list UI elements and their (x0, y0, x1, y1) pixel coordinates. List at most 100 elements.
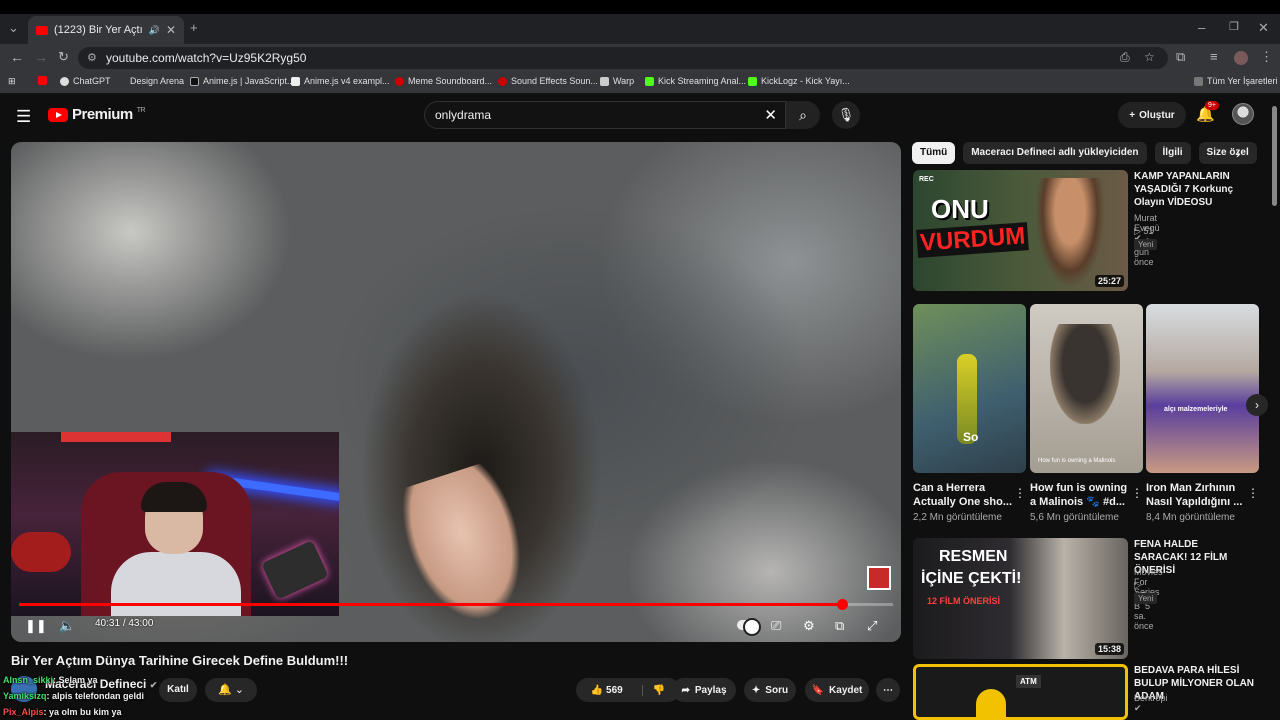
short-item[interactable]: How fun is owning a Malinois How fun is … (1030, 304, 1143, 523)
all-bookmarks[interactable]: Tüm Yer İşaretleri (1194, 76, 1278, 86)
profile-avatar[interactable] (1234, 51, 1248, 65)
fullscreen-icon[interactable]: ⤢ (867, 618, 877, 634)
bookmark-item[interactable]: Meme Soundboard... (395, 76, 492, 86)
chip-related[interactable]: İlgili (1154, 142, 1191, 164)
short-thumbnail[interactable]: alçı malzemeleriyle (1146, 304, 1259, 473)
short-item[interactable]: alçı malzemeleriyle Iron Man Zırhının Na… (1146, 304, 1259, 523)
more-actions-icon[interactable]: ⋯ (876, 678, 900, 702)
short-menu-icon[interactable]: ⋮ (1131, 486, 1143, 500)
apps-icon[interactable]: ⊞ (8, 76, 16, 87)
search-button[interactable]: ⌕ (786, 101, 820, 129)
share-icon: ➦ (681, 684, 690, 696)
forward-icon[interactable]: → (34, 49, 48, 65)
clear-search-icon[interactable]: ✕ (764, 106, 777, 124)
browser-tab[interactable]: (1223) Bir Yer Açtım Dünya 🔊 ✕ (28, 16, 184, 44)
bookmarks-bar: ⊞ ChatGPT Design Arena Anime.js | JavaSc… (0, 72, 1280, 94)
like-button[interactable]: 👍 569 (591, 685, 623, 696)
restore-icon[interactable]: ❐ (1229, 20, 1239, 33)
omnibox[interactable]: ⚙ youtube.com/watch?v=Uz95K2Ryg50 ⎙ ☆ (78, 47, 1168, 69)
bookmark-item[interactable]: Warp (600, 76, 634, 86)
tab-close-icon[interactable]: ✕ (166, 23, 176, 37)
chips-next-icon[interactable]: › (1236, 145, 1241, 161)
duration-badge: 15:38 (1094, 643, 1124, 655)
audio-icon[interactable]: 🔊 (149, 25, 160, 36)
video-title: Bir Yer Açtım Dünya Tarihine Girecek Def… (11, 653, 349, 668)
new-badge: Yeni (1134, 593, 1158, 604)
menu-icon[interactable]: ⋮ (1260, 49, 1273, 65)
bookmark-item[interactable]: Design Arena (130, 76, 184, 86)
dislike-icon[interactable]: 👎 (641, 684, 665, 696)
site-info-icon[interactable]: ⚙ (87, 51, 97, 64)
subscription-bell-button[interactable]: 🔔 ⌄ (205, 678, 257, 702)
account-avatar[interactable] (1232, 103, 1254, 125)
subtitles-icon[interactable]: ⎚ (771, 618, 781, 634)
short-thumbnail[interactable]: How fun is owning a Malinois (1030, 304, 1143, 473)
notification-badge: 9+ (1205, 101, 1219, 110)
media-icon[interactable]: ≡ (1210, 49, 1218, 64)
pause-icon[interactable]: ❚❚ (25, 618, 47, 634)
join-button[interactable]: Katıl (159, 678, 197, 702)
settings-gear-icon[interactable]: ⚙ (803, 618, 815, 634)
chat-message: Alnsn_sikki: Selam ya (3, 675, 98, 685)
video-thumbnail[interactable]: ATM (913, 664, 1128, 720)
install-icon[interactable]: ⎙ (1120, 50, 1130, 65)
streamer (111, 482, 241, 616)
video-thumbnail[interactable]: RESMEN İÇİNE ÇEKTİ! 12 FİLM ÖNERİSİ 15:3… (913, 538, 1128, 659)
rec-badge: REC (919, 176, 934, 183)
new-badge: Yeni (1134, 239, 1158, 250)
chip-all[interactable]: Tümü (912, 142, 956, 164)
chip-uploader[interactable]: Maceracı Defineci adlı yükleyiciden (963, 142, 1147, 164)
bookmark-item[interactable]: Anime.js | JavaScript... (190, 76, 294, 86)
create-button[interactable]: + Oluştur (1118, 102, 1186, 128)
short-views: 8,4 Mn görüntüleme (1146, 512, 1235, 523)
bookmark-item[interactable]: ChatGPT (60, 76, 111, 86)
youtube-header: ☰ Premium TR onlydrama ✕ ⌕ 🎙 + Oluştur 🔔… (0, 97, 1280, 135)
short-title: How fun is owning a Malinois 🐾 #d... (1030, 482, 1128, 508)
scrubber-handle[interactable] (837, 599, 849, 610)
short-thumbnail[interactable]: So (913, 304, 1026, 473)
top-strip (0, 0, 1280, 14)
channel-watermark[interactable] (867, 566, 891, 590)
bookmark-item[interactable]: KickLogz - Kick Yayı... (748, 76, 850, 86)
minimize-icon[interactable]: – (1198, 20, 1205, 35)
notifications-bell-icon[interactable]: 🔔 9+ (1196, 101, 1219, 123)
short-menu-icon[interactable]: ⋮ (1247, 486, 1259, 500)
chip-for-you[interactable]: Size özel (1198, 142, 1257, 164)
back-icon[interactable]: ← (10, 49, 24, 65)
url-text: youtube.com/watch?v=Uz95K2Ryg50 (106, 51, 307, 65)
video-thumbnail[interactable]: REC ONU VURDUM 25:27 (913, 170, 1128, 291)
window-close-icon[interactable]: ✕ (1258, 20, 1269, 36)
bookmark-youtube[interactable] (38, 76, 47, 85)
verified-icon: ✔ (149, 680, 158, 690)
new-tab-icon[interactable]: + (190, 20, 198, 35)
video-frame-foot (390, 458, 542, 636)
short-views: 5,6 Mn görüntüleme (1030, 512, 1119, 523)
volume-icon[interactable]: 🔈 (59, 618, 75, 634)
share-button[interactable]: ➦ Paylaş (672, 678, 736, 702)
address-bar-row: ← → ↻ ⚙ youtube.com/watch?v=Uz95K2Ryg50 … (0, 44, 1280, 72)
search-input[interactable]: onlydrama ✕ (424, 101, 786, 129)
miniplayer-icon[interactable]: ⧉ (835, 618, 844, 634)
save-button[interactable]: 🔖 Kaydet (805, 678, 869, 702)
bookmark-item[interactable]: Kick Streaming Anal... (645, 76, 746, 86)
rec-channel[interactable]: Bentropi ✔ (1134, 693, 1168, 714)
short-menu-icon[interactable]: ⋮ (1014, 486, 1026, 500)
bookmark-item[interactable]: Sound Effects Soun... (498, 76, 598, 86)
tab-search-icon[interactable]: ⌄ (8, 20, 19, 36)
youtube-logo[interactable]: Premium TR (48, 106, 146, 123)
page-scrollbar[interactable] (1271, 98, 1278, 710)
bookmark-star-icon[interactable]: ☆ (1144, 50, 1155, 64)
ask-button[interactable]: ✦ Soru (744, 678, 796, 702)
shorts-next-icon[interactable]: › (1246, 394, 1268, 416)
rec-title[interactable]: KAMP YAPANLARIN YAŞADIĞI 7 Korkunç Olayı… (1134, 170, 1244, 209)
video-player[interactable]: ❚❚ 🔈 40:31 / 43:00 ⎚ ⚙ ⧉ ⤢ (11, 142, 901, 642)
streamer-webcam-overlay (11, 432, 339, 616)
reload-icon[interactable]: ↻ (58, 49, 69, 65)
voice-search-icon[interactable]: 🎙 (832, 101, 860, 129)
extensions-icon[interactable]: ⧉ (1176, 49, 1185, 65)
hamburger-menu-icon[interactable]: ☰ (16, 107, 31, 127)
progress-bar[interactable] (19, 599, 893, 610)
bookmark-item[interactable]: Anime.js v4 exampl... (291, 76, 390, 86)
autoplay-toggle[interactable] (737, 618, 761, 636)
short-item[interactable]: So Can a Herrera Actually One sho... 2,2… (913, 304, 1026, 523)
